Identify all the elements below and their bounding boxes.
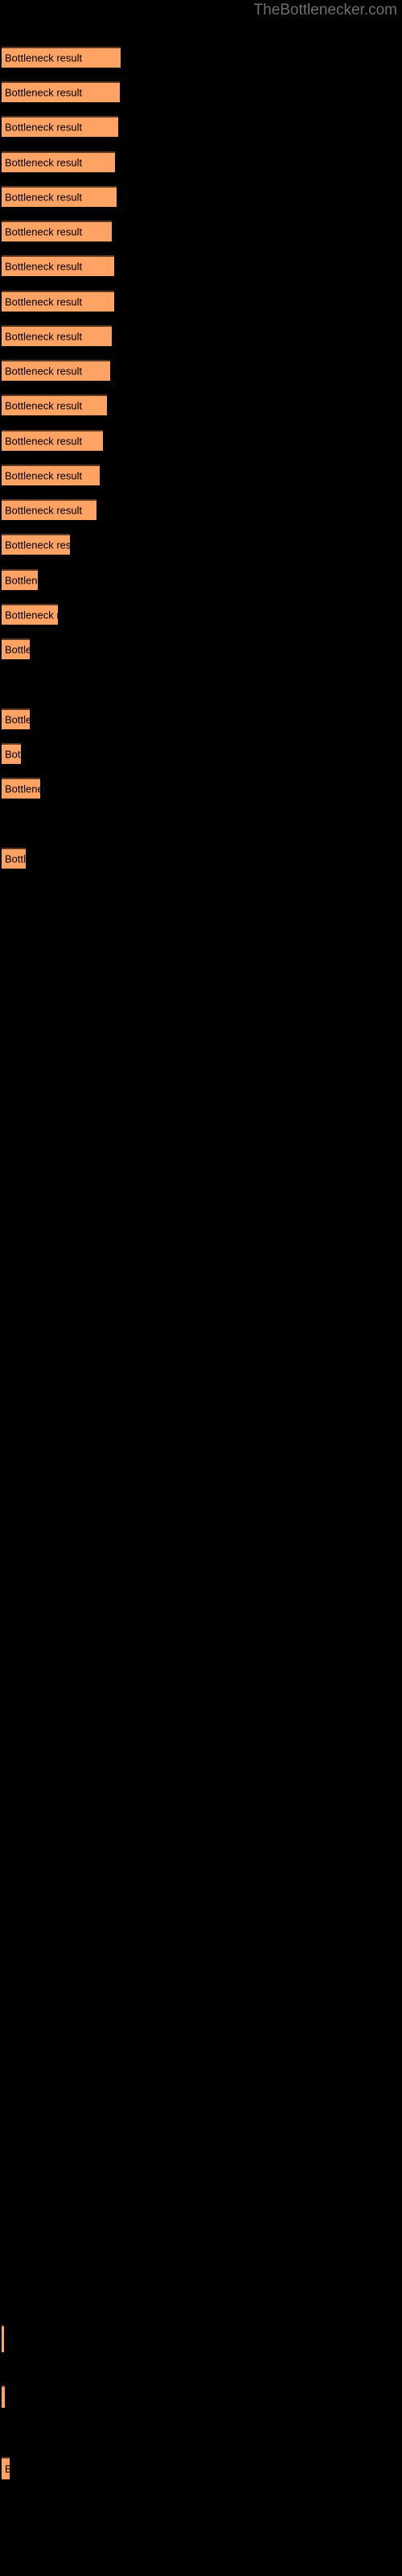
bar-label: Bottleneck result — [5, 539, 70, 551]
bar-1[interactable]: Bottleneck result — [2, 47, 121, 68]
bar-label: Bottleneck result — [5, 260, 83, 273]
bar-label: Bottleneck result — [5, 225, 83, 238]
bar-10[interactable]: Bottleneck result — [2, 360, 110, 381]
bar-label: Bottleneck result — [5, 435, 83, 448]
bar-4[interactable]: Bottleneck result — [2, 151, 115, 172]
bar-13[interactable]: Bottleneck result — [2, 464, 100, 485]
bar-5[interactable]: Bottleneck result — [2, 186, 117, 207]
bar-8[interactable]: Bottleneck result — [2, 291, 114, 312]
bar-label: Bottleneck result — [5, 643, 30, 656]
bar-20[interactable]: Bottleneck result — [2, 743, 21, 764]
bar-label: Bottleneck result — [5, 191, 83, 204]
bar-15[interactable]: Bottleneck result — [2, 534, 70, 555]
bar-label: Bottleneck result — [5, 295, 83, 308]
bar-label: Bottleneck result — [5, 365, 83, 378]
bar-6[interactable]: Bottleneck result — [2, 221, 112, 242]
bar-12[interactable]: Bottleneck result — [2, 430, 103, 451]
bar-19[interactable]: Bottleneck result — [2, 708, 30, 729]
bar-11[interactable]: Bottleneck result — [2, 394, 107, 415]
bar-2[interactable]: Bottleneck result — [2, 81, 120, 102]
bar-label: Bottleneck result — [5, 121, 83, 134]
bar-7[interactable]: Bottleneck result — [2, 255, 114, 276]
bar-label: Bottleneck result — [5, 504, 83, 517]
bar-label: Bottleneck result — [5, 469, 83, 482]
bar-17[interactable]: Bottleneck result — [2, 604, 58, 625]
bar-24[interactable] — [2, 2385, 5, 2408]
bar-label: Bottleneck result — [5, 852, 26, 865]
bar-3[interactable]: Bottleneck result — [2, 116, 118, 137]
bar-14[interactable]: Bottleneck result — [2, 499, 96, 520]
bar-21[interactable]: Bottleneck result — [2, 778, 40, 799]
bar-9[interactable]: Bottleneck result — [2, 325, 112, 346]
bar-label: Bottleneck result — [5, 330, 83, 343]
bar-25[interactable]: B — [2, 2457, 10, 2479]
bar-label: Bottleneck result — [5, 748, 21, 761]
bar-label: B — [5, 2463, 10, 2475]
bar-16[interactable]: Bottleneck result — [2, 569, 38, 590]
bar-label: Bottleneck result — [5, 156, 83, 169]
bar-label: Bottleneck result — [5, 574, 38, 587]
bar-label: Bottleneck result — [5, 86, 83, 99]
bar-23[interactable] — [2, 2325, 4, 2352]
bar-label: Bottleneck result — [5, 713, 30, 726]
bar-18[interactable]: Bottleneck result — [2, 638, 30, 659]
bar-label: Bottleneck result — [5, 609, 58, 621]
bar-22[interactable]: Bottleneck result — [2, 848, 26, 869]
bar-chart-root: TheBottlenecker.com Bottleneck result Bot… — [0, 0, 402, 2576]
bar-label: Bottleneck result — [5, 52, 83, 64]
bar-label: Bottleneck result — [5, 782, 40, 795]
plot-area: Bottleneck result Bottleneck result Bottle… — [0, 0, 402, 2576]
bar-label: Bottleneck result — [5, 399, 83, 412]
